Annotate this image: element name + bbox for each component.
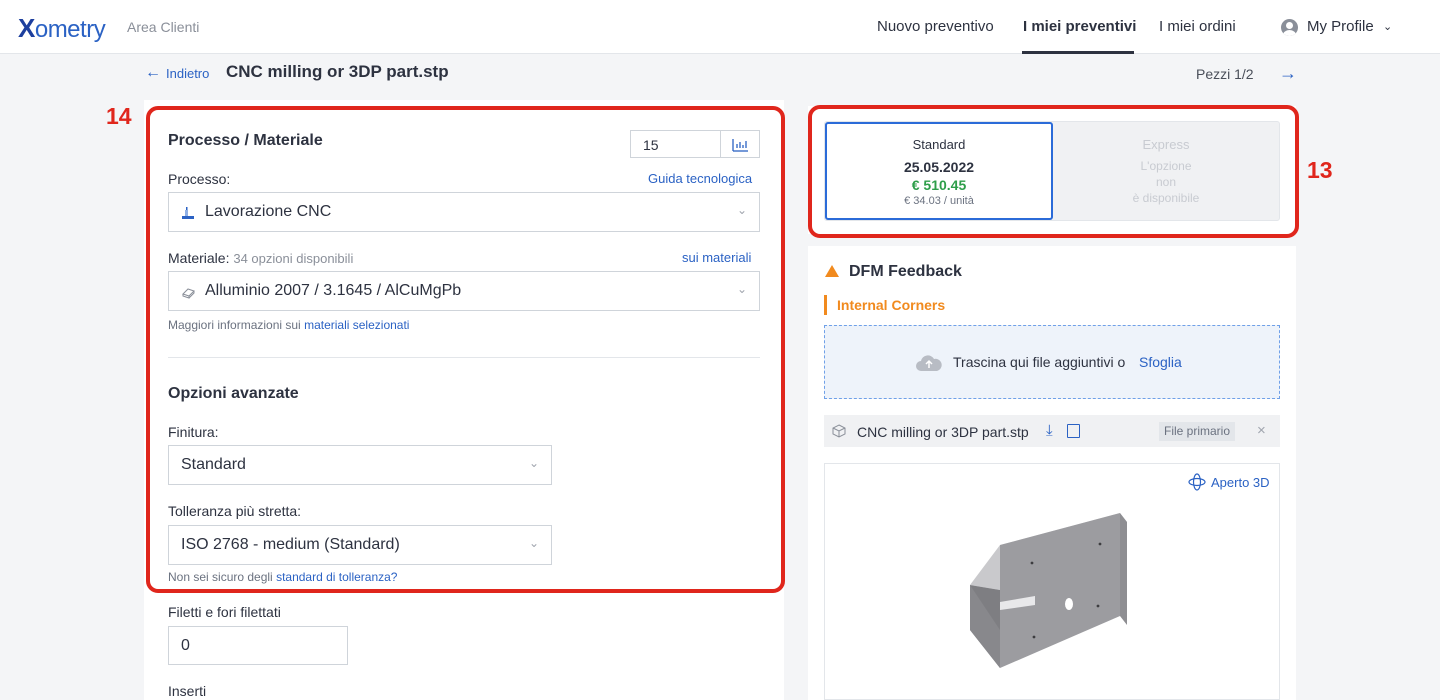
- pieces-counter: Pezzi 1/2: [1196, 66, 1254, 82]
- dropzone-text: Trascina qui file aggiuntivi o: [953, 354, 1126, 370]
- primary-file-badge: File primario: [1159, 422, 1236, 441]
- back-link[interactable]: Indietro: [166, 66, 209, 81]
- nav-new-quote[interactable]: Nuovo preventivo: [877, 18, 994, 35]
- rotate-3d-icon[interactable]: [1188, 473, 1206, 491]
- annotation-box-13: [808, 105, 1299, 238]
- remove-file-close-icon[interactable]: ×: [1257, 422, 1266, 439]
- back-arrow-icon[interactable]: ←: [145, 64, 161, 82]
- download-icon[interactable]: ⤓: [1046, 422, 1053, 439]
- browse-link[interactable]: Sfoglia: [1139, 354, 1182, 370]
- cloud-upload-icon: [916, 355, 942, 371]
- nav-my-quotes[interactable]: I miei preventivi: [1023, 18, 1136, 35]
- area-clienti-label: Area Clienti: [127, 19, 200, 35]
- active-tab-indicator: [1022, 51, 1134, 54]
- nav-my-orders[interactable]: I miei ordini: [1159, 18, 1236, 35]
- part-3d-preview: [970, 513, 1127, 668]
- cad-file-icon: [832, 424, 846, 438]
- chevron-down-icon[interactable]: ⌄: [1383, 20, 1392, 33]
- warning-icon: [825, 265, 839, 277]
- annotation-number-13: 13: [1307, 157, 1333, 183]
- file-preview-icon[interactable]: [1067, 424, 1080, 438]
- issue-marker: [824, 295, 827, 315]
- user-avatar-icon[interactable]: [1281, 19, 1298, 36]
- my-profile-menu[interactable]: My Profile: [1307, 18, 1374, 35]
- inserts-label: Inserti: [168, 683, 207, 699]
- threads-label: Filetti e fori filettati: [168, 604, 281, 620]
- threads-input[interactable]: 0: [168, 626, 348, 665]
- top-navbar: Xometry Area Clienti Nuovo preventivo I …: [0, 0, 1440, 54]
- part-title: CNC milling or 3DP part.stp: [226, 62, 449, 81]
- xometry-logo[interactable]: Xometry: [18, 13, 106, 44]
- dfm-title: DFM Feedback: [849, 263, 962, 280]
- open-3d-link[interactable]: Aperto 3D: [1211, 475, 1270, 490]
- dfm-issue-internal-corners[interactable]: Internal Corners: [837, 297, 945, 313]
- file-name: CNC milling or 3DP part.stp: [857, 424, 1029, 440]
- next-part-arrow-icon[interactable]: →: [1279, 63, 1297, 84]
- annotation-number-14: 14: [106, 103, 132, 129]
- annotation-box-14: [146, 106, 785, 593]
